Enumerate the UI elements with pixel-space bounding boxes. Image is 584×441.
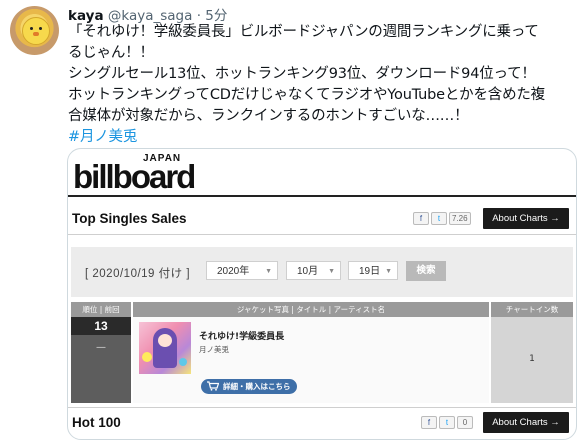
eye-icon: [39, 27, 42, 30]
column-header-rank: 順位 | 前回: [71, 302, 131, 317]
facebook-icon[interactable]: f: [413, 212, 429, 225]
current-rank: 13: [71, 317, 131, 335]
section-divider: [68, 234, 576, 235]
rank-cell: 13 —: [71, 317, 131, 403]
section-divider: [68, 407, 576, 408]
share-count: 7.26: [449, 212, 471, 225]
previous-rank: —: [96, 342, 106, 353]
beak-icon: [33, 32, 39, 36]
attached-image-card[interactable]: JAPAN billboard Top Singles Sales f t 7.…: [67, 148, 577, 440]
search-button[interactable]: 検索: [406, 261, 446, 281]
month-value: 10月: [297, 266, 319, 277]
tweet-line: 「それゆけ！学級委員長」ビルボードジャパンの週間ランキングに乗って: [68, 24, 539, 40]
dropdown-arrow-icon: ▼: [328, 268, 335, 275]
column-header-main: ジャケット写真 | タイトル | アーティスト名: [133, 302, 489, 317]
chart-in-cell: 1: [491, 317, 573, 403]
buy-label: 詳細・購入はこちら: [223, 382, 291, 391]
date-filter-bar: [ 2020/10/19 付け ] 2020年 ▼ 10月 ▼ 19日 ▼ 検索: [71, 247, 573, 297]
buy-details-button[interactable]: 詳細・購入はこちら: [201, 379, 297, 394]
table-row: それゆけ!学級委員長 月ノ美兎 詳細・購入はこちら: [133, 317, 489, 403]
section-title-hot100: Hot 100: [72, 415, 121, 430]
social-share-buttons: f t 7.26: [413, 212, 471, 225]
about-charts-label: About Charts: [492, 417, 548, 428]
billboard-japan-logo: JAPAN billboard: [73, 153, 273, 195]
month-select[interactable]: 10月 ▼: [286, 261, 341, 280]
twitter-icon[interactable]: t: [431, 212, 447, 225]
arrow-right-icon: →: [550, 417, 560, 428]
social-share-buttons: f t 0: [421, 416, 473, 429]
artist-name[interactable]: 月ノ美兎: [199, 344, 229, 355]
twitter-icon[interactable]: t: [439, 416, 455, 429]
facebook-icon[interactable]: f: [421, 416, 437, 429]
tweet-line: るじゃん！！: [68, 45, 154, 61]
tweet-line: ホットランキングってCDだけじゃなくてラジオやYouTubeとかを含めた複: [68, 87, 545, 103]
character-face-shape: [158, 334, 172, 347]
chart-date-label: [ 2020/10/19 付け ]: [85, 268, 191, 280]
avatar[interactable]: [10, 6, 59, 55]
about-charts-button[interactable]: About Charts →: [483, 208, 569, 229]
day-select[interactable]: 19日 ▼: [348, 261, 398, 280]
decor-dot: [179, 358, 187, 366]
hashtag-link[interactable]: #月ノ美兎: [68, 127, 578, 148]
day-value: 19日: [359, 266, 381, 277]
year-value: 2020年: [217, 266, 250, 277]
share-count: 0: [457, 416, 473, 429]
section-title-top-singles: Top Singles Sales: [72, 211, 187, 226]
jacket-image[interactable]: [139, 322, 191, 374]
chick-avatar-icon: [22, 17, 50, 45]
dropdown-arrow-icon: ▼: [385, 268, 392, 275]
song-title[interactable]: それゆけ!学級委員長: [199, 329, 284, 342]
cart-icon: [207, 381, 219, 391]
tweet-line: 合媒体が対象だから、ランクインするのホントすごいな……！: [68, 108, 469, 124]
about-charts-button[interactable]: About Charts →: [483, 412, 569, 433]
logo-billboard-text: billboard: [73, 158, 196, 195]
header-rule: [68, 195, 576, 197]
tweet-body: 「それゆけ！学級委員長」ビルボードジャパンの週間ランキングに乗って るじゃん！！…: [68, 22, 578, 148]
tweet-header: kaya @kaya_saga · 5分: [68, 4, 227, 24]
year-select[interactable]: 2020年 ▼: [206, 261, 278, 280]
decor-dot: [142, 352, 152, 362]
arrow-right-icon: →: [550, 213, 560, 224]
chart-in-count: 1: [529, 354, 535, 364]
about-charts-label: About Charts: [492, 213, 548, 224]
column-header-chartin: チャートイン数: [491, 302, 573, 317]
dropdown-arrow-icon: ▼: [265, 268, 272, 275]
tweet-line: シングルセール13位、ホットランキング93位、ダウンロード94位って！: [68, 66, 536, 82]
eye-icon: [30, 27, 33, 30]
